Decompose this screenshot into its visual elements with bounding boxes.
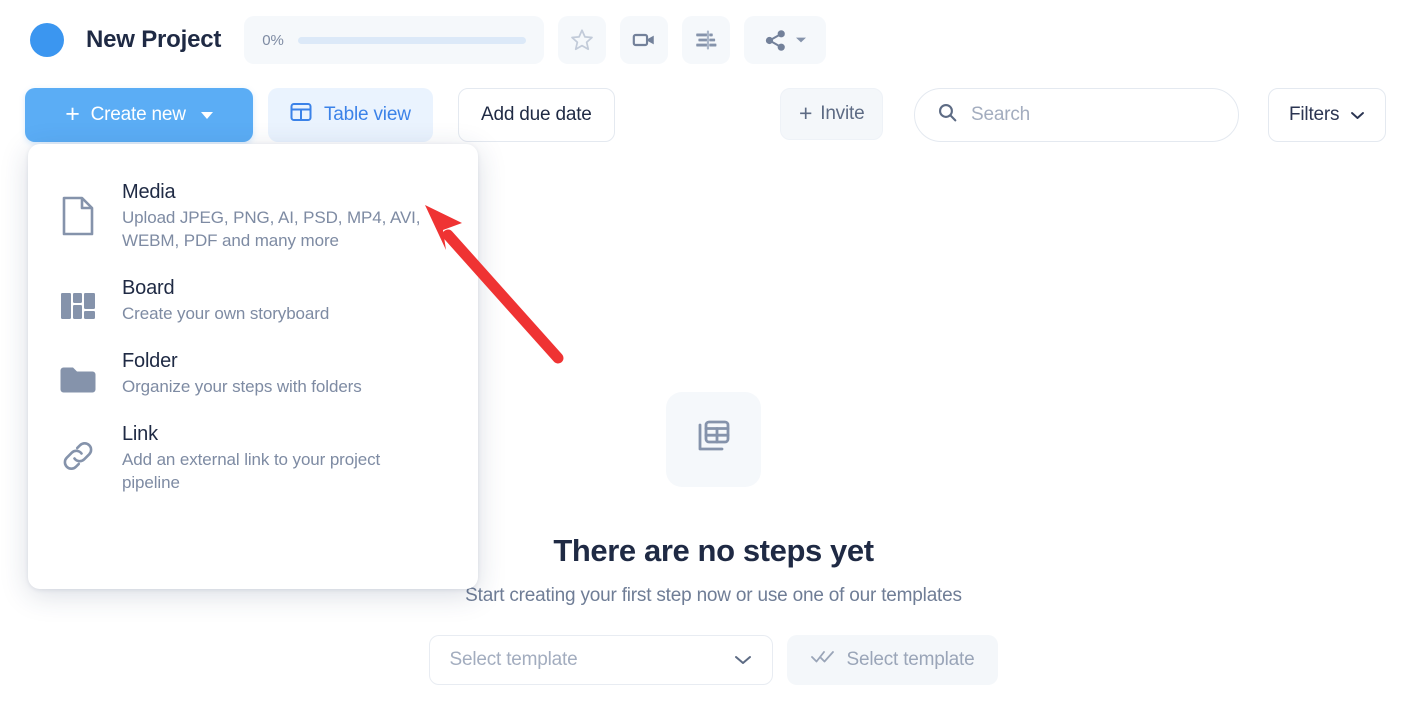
double-check-icon	[810, 649, 835, 671]
search-input[interactable]: Search	[971, 104, 1030, 126]
share-button[interactable]	[744, 16, 827, 64]
document-icon	[56, 179, 100, 237]
video-camera-icon	[631, 27, 657, 53]
menu-item-title: Media	[122, 181, 176, 203]
create-new-label: Create new	[90, 104, 186, 125]
chevron-down-icon	[200, 111, 213, 119]
menu-item-desc: Add an external link to your project pip…	[122, 449, 381, 492]
project-header: New Project 0%	[0, 0, 1427, 80]
create-new-menu: Media Upload JPEG, PNG, AI, PSD, MP4, AV…	[28, 144, 478, 589]
tab-table-view[interactable]: Table view	[268, 88, 433, 142]
menu-item-media[interactable]: Media Upload JPEG, PNG, AI, PSD, MP4, AV…	[28, 168, 478, 264]
align-distribute-icon	[693, 27, 719, 53]
template-select-value: Select template	[449, 649, 578, 670]
chevron-down-icon	[1350, 104, 1365, 126]
page-title: New Project	[86, 26, 222, 53]
invite-label: Invite	[820, 103, 865, 124]
folder-icon	[56, 348, 100, 394]
menu-item-desc: Organize your steps with folders	[122, 376, 362, 396]
select-template-label: Select template	[846, 649, 975, 670]
empty-state-subtitle: Start creating your first step now or us…	[465, 585, 962, 606]
add-due-date-button[interactable]: Add due date	[458, 88, 615, 142]
chevron-down-icon	[795, 36, 807, 44]
menu-item-link[interactable]: Link Add an external link to your projec…	[28, 410, 478, 506]
star-icon	[569, 27, 595, 53]
plus-icon: +	[65, 99, 80, 128]
record-video-button[interactable]	[620, 16, 669, 64]
menu-item-title: Link	[122, 422, 158, 445]
empty-state-title: There are no steps yet	[553, 533, 874, 568]
favorite-button[interactable]	[558, 16, 607, 64]
empty-state-icon-box	[666, 392, 761, 487]
menu-item-board[interactable]: Board Create your own storyboard	[28, 264, 478, 337]
template-select[interactable]: Select template	[428, 635, 773, 685]
select-template-button[interactable]: Select template	[786, 635, 999, 685]
empty-state-actions: Select template Select template	[428, 635, 999, 685]
toolbar: + Create new Table view Add due date + I…	[0, 88, 1427, 144]
menu-item-folder[interactable]: Folder Organize your steps with folders	[28, 337, 478, 410]
distribute-button[interactable]	[682, 16, 731, 64]
project-progress: 0%	[244, 16, 545, 64]
menu-item-desc: Upload JPEG, PNG, AI, PSD, MP4, AVI, WEB…	[122, 208, 421, 250]
table-grid-icon	[691, 414, 737, 465]
share-icon	[763, 28, 788, 53]
menu-item-title: Board	[122, 276, 175, 299]
filters-button[interactable]: Filters	[1268, 88, 1387, 142]
menu-item-title: Folder	[122, 349, 178, 372]
progress-track	[297, 36, 527, 44]
link-icon	[56, 421, 100, 475]
search-icon	[937, 102, 958, 128]
project-color-dot[interactable]	[30, 23, 64, 57]
chevron-down-icon	[734, 649, 752, 671]
board-layout-icon	[56, 275, 100, 321]
menu-item-desc: Create your own storyboard	[122, 303, 330, 323]
create-new-button[interactable]: + Create new	[25, 88, 253, 142]
plus-icon: +	[799, 99, 813, 126]
add-due-date-label: Add due date	[481, 104, 592, 125]
invite-button[interactable]: + Invite	[780, 88, 884, 140]
progress-percent-label: 0%	[262, 31, 284, 49]
tab-table-view-label: Table view	[324, 104, 411, 125]
table-icon	[290, 101, 312, 129]
filters-label: Filters	[1289, 104, 1340, 125]
search-box[interactable]: Search	[914, 88, 1239, 142]
